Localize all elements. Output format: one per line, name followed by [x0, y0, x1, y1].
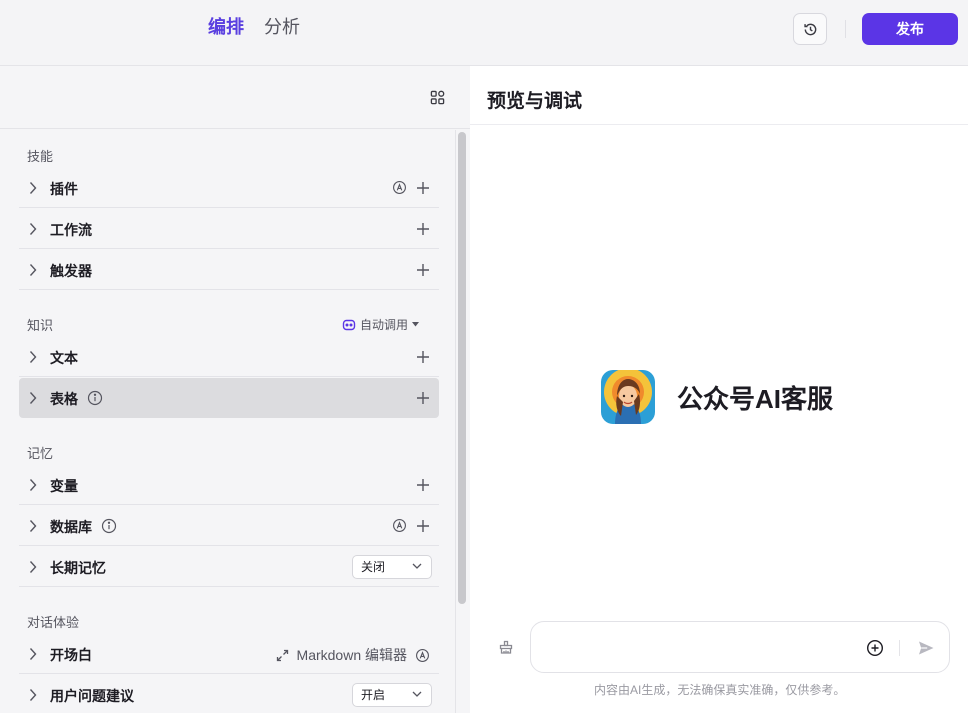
add-trigger-icon[interactable]: [416, 263, 430, 277]
row-label: 插件: [50, 181, 78, 197]
row-label: 文本: [50, 350, 78, 366]
long-memory-value: 关闭: [361, 560, 386, 574]
chevron-right-icon: [29, 223, 37, 235]
tab-arrange[interactable]: 编排: [208, 15, 244, 39]
add-workflow-icon[interactable]: [416, 222, 430, 236]
bot-name: 公众号AI客服: [677, 384, 834, 414]
chevron-right-icon: [29, 392, 37, 404]
markdown-editor-label: Markdown 编辑器: [296, 647, 407, 663]
section-title-memory: 记忆: [27, 446, 54, 461]
add-database-icon[interactable]: [416, 519, 430, 533]
chevron-right-icon: [29, 561, 37, 573]
row-label: 触发器: [50, 263, 92, 279]
row-label: 表格: [50, 391, 78, 407]
clear-history-icon[interactable]: [498, 639, 514, 655]
section-title-skills: 技能: [27, 149, 54, 164]
add-table-icon[interactable]: [416, 391, 430, 405]
input-divider: [899, 640, 900, 656]
suggest-select[interactable]: 开启: [352, 683, 432, 707]
auto-call-dropdown[interactable]: 自动调用: [342, 316, 420, 333]
add-variable-icon[interactable]: [416, 478, 430, 492]
history-button[interactable]: [793, 13, 827, 45]
row-long-memory[interactable]: 长期记忆 关闭: [19, 547, 439, 587]
chat-input-box: [530, 621, 950, 673]
chevron-right-icon: [29, 689, 37, 701]
tab-analysis[interactable]: 分析: [264, 15, 300, 39]
add-attachment-icon[interactable]: [866, 639, 884, 657]
preview-divider: [470, 124, 968, 125]
left-scrollbar[interactable]: [458, 132, 466, 604]
grid-apps-icon[interactable]: [430, 90, 445, 105]
caret-down-icon: [412, 322, 420, 327]
top-bar: 编排 分析 发布: [0, 0, 968, 66]
chevron-right-icon: [29, 264, 37, 276]
ai-disclaimer: 内容由AI生成，无法确保真实准确，仅供参考。: [594, 683, 846, 697]
chevron-right-icon: [29, 182, 37, 194]
row-workflow[interactable]: 工作流: [19, 209, 439, 249]
row-label: 变量: [50, 478, 78, 494]
add-plugin-icon[interactable]: [416, 181, 430, 195]
add-text-icon[interactable]: [416, 350, 430, 364]
bot-avatar: [601, 370, 655, 424]
history-icon: [803, 23, 816, 35]
preview-title: 预览与调试: [487, 91, 583, 112]
row-label: 用户问题建议: [50, 688, 134, 704]
chevron-right-icon: [29, 351, 37, 363]
row-label: 长期记忆: [50, 560, 106, 576]
row-question-suggest[interactable]: 用户问题建议 开启: [19, 675, 439, 713]
header-divider: [845, 20, 846, 38]
row-variable[interactable]: 变量: [19, 465, 439, 505]
left-panel-header: [0, 66, 470, 129]
chevron-down-icon: [412, 563, 422, 569]
suggest-value: 开启: [361, 688, 386, 702]
auto-a-icon[interactable]: [415, 648, 430, 663]
publish-button[interactable]: 发布: [862, 13, 958, 45]
info-icon[interactable]: [101, 518, 117, 534]
auto-call-label: 自动调用: [360, 318, 409, 332]
markdown-editor-button[interactable]: Markdown 编辑器: [276, 645, 430, 665]
auto-a-icon[interactable]: [392, 518, 407, 533]
row-opening[interactable]: 开场白 Markdown 编辑器: [19, 634, 439, 674]
section-title-knowledge: 知识: [27, 318, 54, 333]
long-memory-select[interactable]: 关闭: [352, 555, 432, 579]
chevron-down-icon: [412, 691, 422, 697]
chat-input[interactable]: [545, 636, 845, 660]
chevron-right-icon: [29, 648, 37, 660]
chevron-right-icon: [29, 520, 37, 532]
row-label: 开场白: [50, 647, 92, 663]
chevron-right-icon: [29, 479, 37, 491]
left-panel: 技能 插件 工作流 触发器 知识 自动调用 文本 表格 记忆 变量 数据库 长期…: [0, 66, 470, 713]
row-plugin[interactable]: 插件: [19, 168, 439, 208]
send-icon[interactable]: [916, 638, 936, 658]
row-label: 数据库: [50, 519, 92, 535]
section-title-dialog: 对话体验: [27, 615, 80, 630]
expand-icon: [276, 649, 288, 661]
row-label: 工作流: [50, 222, 92, 238]
row-table[interactable]: 表格: [19, 378, 439, 418]
auto-a-icon[interactable]: [392, 180, 407, 195]
row-trigger[interactable]: 触发器: [19, 250, 439, 290]
row-database[interactable]: 数据库: [19, 506, 439, 546]
preview-panel: 预览与调试 公众号AI客服 内容由AI生成，无法确保真实准确，仅供参考。: [470, 66, 968, 713]
info-icon[interactable]: [87, 390, 103, 406]
row-text[interactable]: 文本: [19, 337, 439, 377]
bot-mode-icon: [342, 319, 356, 330]
